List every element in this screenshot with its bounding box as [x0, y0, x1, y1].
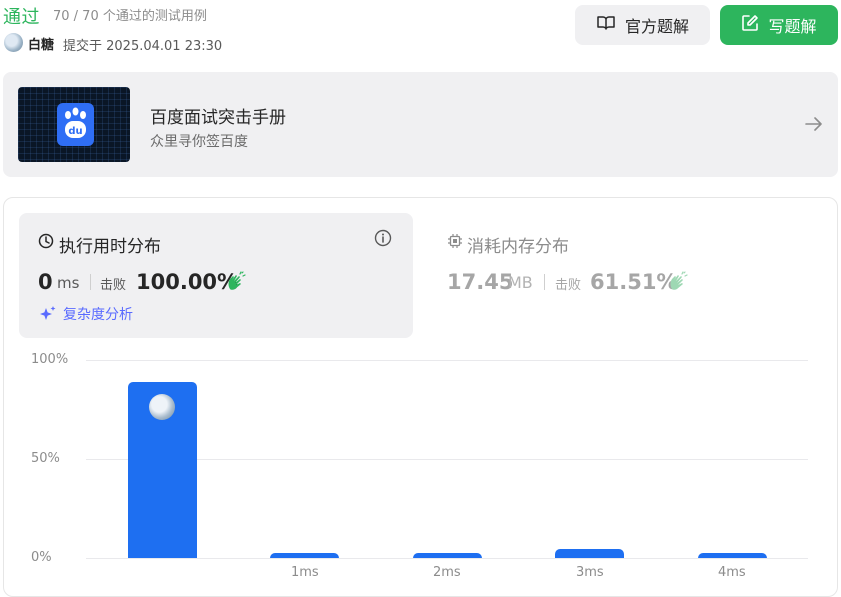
memory-unit: MB	[508, 273, 533, 292]
write-solution-label: 写题解	[768, 17, 817, 36]
sparkle-icon	[39, 305, 57, 327]
memory-value: 17.45	[447, 270, 514, 294]
chart-bar[interactable]	[698, 553, 767, 558]
runtime-unit: ms	[57, 274, 80, 292]
runtime-value: 0	[38, 270, 53, 294]
chart-bar[interactable]	[413, 553, 482, 558]
username-link[interactable]: 白糖	[28, 34, 54, 53]
edit-icon	[741, 14, 759, 36]
official-solution-button[interactable]: 官方题解	[575, 5, 710, 45]
runtime-beats-label: 击败	[100, 278, 127, 293]
write-solution-button[interactable]: 写题解	[720, 5, 838, 45]
submission-time: 提交于 2025.04.01 23:30	[63, 39, 223, 54]
runtime-percentile: 100.00%	[136, 270, 239, 294]
clock-icon	[38, 233, 54, 253]
svg-text:du: du	[68, 126, 82, 137]
clapping-hands-icon	[226, 271, 246, 295]
chip-icon	[447, 233, 463, 253]
book-icon	[596, 15, 616, 35]
avatar[interactable]	[4, 33, 23, 52]
promo-subtitle: 众里寻你签百度	[150, 134, 248, 150]
clapping-hands-icon	[668, 271, 688, 295]
memory-title[interactable]: 消耗内存分布	[467, 232, 569, 257]
testcases-summary: 70 / 70 个通过的测试用例	[53, 9, 207, 24]
info-icon[interactable]	[374, 229, 392, 251]
complexity-analysis-link[interactable]: 复杂度分析	[63, 304, 133, 324]
promo-title[interactable]: 百度面试突击手册	[150, 103, 286, 128]
chart-bar[interactable]	[270, 553, 339, 558]
chart-bar[interactable]	[128, 382, 197, 558]
arrow-right-icon[interactable]	[804, 114, 824, 138]
memory-percentile: 61.51%	[590, 270, 678, 294]
divider	[90, 274, 91, 290]
divider	[544, 274, 545, 290]
status-label: 通过	[3, 7, 40, 28]
baidu-logo-icon: du	[57, 103, 94, 146]
official-solution-label: 官方题解	[624, 17, 689, 36]
chart-bar[interactable]	[555, 549, 624, 558]
runtime-title: 执行用时分布	[59, 237, 161, 257]
memory-beats-label: 击败	[555, 278, 582, 293]
